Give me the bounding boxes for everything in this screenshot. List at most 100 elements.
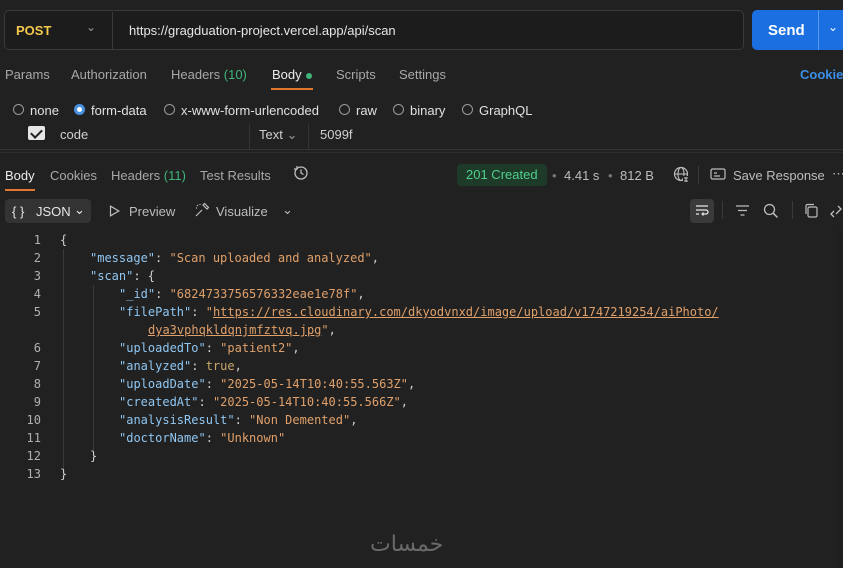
radio-urlencoded[interactable] <box>164 104 175 115</box>
json-brace: { <box>60 233 68 247</box>
active-tab-underline <box>271 88 313 90</box>
cell-divider <box>308 124 309 150</box>
history-icon[interactable] <box>293 165 309 184</box>
line-number: 4 <box>33 287 41 301</box>
tab-body-label: Body <box>272 67 302 82</box>
pane-divider[interactable] <box>0 152 843 153</box>
radio-label-graphql[interactable]: GraphQL <box>479 103 532 118</box>
url-input[interactable]: https://gragduation-project.vercel.app/a… <box>129 23 396 38</box>
format-label: JSON <box>36 204 71 219</box>
line-number: 12 <box>26 449 41 463</box>
form-value-cell[interactable]: 5099f <box>320 127 353 142</box>
status-badge[interactable]: 201 Created <box>457 164 547 186</box>
visualize-button[interactable]: Visualize <box>216 204 268 219</box>
line-number: 8 <box>33 377 41 391</box>
play-icon <box>109 205 120 220</box>
braces-icon: { } <box>12 204 25 219</box>
json-string: "Scan uploaded and analyzed" <box>169 251 372 265</box>
tab-body[interactable]: Body <box>272 67 312 82</box>
response-tab-test-results[interactable]: Test Results <box>200 168 271 183</box>
tab-headers[interactable]: Headers (10) <box>171 67 247 82</box>
line-number: 13 <box>26 467 41 481</box>
line-number: 1 <box>33 233 41 247</box>
indent-guide <box>93 285 94 457</box>
response-size[interactable]: 812 B <box>620 168 654 183</box>
radio-raw[interactable] <box>339 104 350 115</box>
json-brace: } <box>60 467 68 481</box>
radio-none[interactable] <box>13 104 24 115</box>
link-icon[interactable] <box>830 203 843 222</box>
response-tab-headers-label: Headers <box>111 168 161 183</box>
cookies-link[interactable]: Cookies <box>800 67 843 82</box>
send-options-chevron-icon[interactable]: ⌄ <box>828 20 838 34</box>
tab-authorization[interactable]: Authorization <box>71 67 147 82</box>
response-tab-cookies[interactable]: Cookies <box>50 168 97 183</box>
line-number: 3 <box>33 269 41 283</box>
wrap-lines-icon <box>694 204 710 221</box>
chevron-down-icon: ⌄ <box>74 202 85 217</box>
tab-params[interactable]: Params <box>5 67 50 82</box>
separator-dot: • <box>552 168 557 183</box>
response-tab-body[interactable]: Body <box>5 168 35 183</box>
file-path-link[interactable]: dya3vphqkldqnjmfztvq.jpg <box>148 323 321 337</box>
send-label[interactable]: Send <box>768 22 805 39</box>
body-indicator-dot <box>305 72 312 79</box>
active-tab-underline <box>5 189 35 191</box>
save-response-icon[interactable] <box>710 167 726 184</box>
radio-form-data[interactable] <box>74 104 85 115</box>
response-time[interactable]: 4.41 s <box>564 168 599 183</box>
radio-label-raw[interactable]: raw <box>356 103 377 118</box>
search-icon[interactable] <box>763 203 779 222</box>
separator-dot: • <box>608 168 613 183</box>
json-key: "uploadedTo" <box>119 341 206 355</box>
json-key: "analyzed" <box>119 359 192 373</box>
form-type-label: Text <box>259 127 283 142</box>
form-type-select[interactable]: Text ⌄ <box>259 127 297 143</box>
radio-label-binary[interactable]: binary <box>410 103 445 118</box>
visualize-chevron-icon[interactable]: ⌄ <box>282 202 293 218</box>
watermark-logo: خمسات <box>370 532 444 557</box>
line-number: 2 <box>33 251 41 265</box>
network-globe-icon[interactable] <box>673 166 690 186</box>
preview-button[interactable]: Preview <box>129 204 175 219</box>
vertical-scrollbar[interactable] <box>836 230 843 568</box>
row-enabled-checkbox[interactable] <box>28 126 45 140</box>
json-string: "2025-05-14T10:40:55.563Z" <box>220 377 408 391</box>
tab-scripts[interactable]: Scripts <box>336 67 376 82</box>
method-select[interactable]: POST <box>16 23 51 38</box>
vertical-separator <box>722 201 723 219</box>
json-string: "patient2" <box>220 341 293 355</box>
json-key: "doctorName" <box>119 431 206 445</box>
json-string: "Unknown" <box>220 431 286 445</box>
file-path-link[interactable]: https://res.cloudinary.com/dkyodvnxd/ima… <box>213 305 719 319</box>
radio-graphql[interactable] <box>462 104 473 115</box>
radio-binary[interactable] <box>393 104 404 115</box>
cell-divider <box>249 124 250 150</box>
json-key: "createdAt" <box>119 395 199 409</box>
copy-icon[interactable] <box>804 203 819 222</box>
line-number: 7 <box>33 359 41 373</box>
save-response-button[interactable]: Save Response <box>733 168 825 183</box>
line-number: 11 <box>26 431 41 445</box>
json-key: "filePath" <box>119 305 192 319</box>
tab-headers-count: (10) <box>223 67 247 82</box>
line-number: 9 <box>33 395 41 409</box>
url-separator <box>112 12 113 50</box>
line-number: 10 <box>26 413 41 427</box>
form-key-cell[interactable]: code <box>60 127 88 142</box>
indent-guide <box>63 249 64 475</box>
radio-label-urlencoded[interactable]: x-www-form-urlencoded <box>181 103 319 118</box>
tab-settings[interactable]: Settings <box>399 67 446 82</box>
send-separator <box>818 10 819 50</box>
radio-label-none[interactable]: none <box>30 103 59 118</box>
response-tab-headers[interactable]: Headers (11) <box>111 168 186 183</box>
more-options-icon[interactable]: ⋯ <box>832 166 843 182</box>
chevron-down-icon[interactable]: ⌄ <box>86 20 96 34</box>
vertical-separator <box>698 166 699 184</box>
json-key: "_id" <box>119 287 156 301</box>
line-number: 6 <box>33 341 41 355</box>
filter-icon[interactable] <box>735 204 750 220</box>
row-border <box>0 149 843 150</box>
radio-label-form-data[interactable]: form-data <box>91 103 147 118</box>
response-tab-headers-count: (11) <box>163 168 186 183</box>
